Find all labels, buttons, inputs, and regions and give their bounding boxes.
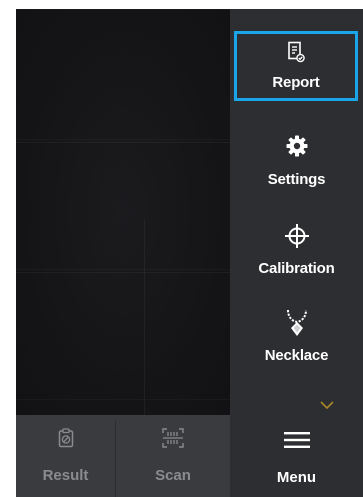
crosshair-icon <box>284 223 310 254</box>
sidebar-item-label: Report <box>272 74 320 91</box>
necklace-icon <box>285 308 309 343</box>
sidebar-item-label: Calibration <box>258 260 335 277</box>
preview-grid-line <box>16 272 230 273</box>
sidebar-item-label: Settings <box>267 171 326 188</box>
scan-button[interactable]: Scan <box>116 415 230 497</box>
preview-grid-line <box>16 142 230 143</box>
sidebar-item-settings[interactable]: Settings <box>230 134 363 188</box>
sidebar-item-calibration[interactable]: Calibration <box>230 223 363 277</box>
sidebar: Report Settings Calibration Necklace <box>230 9 363 415</box>
gear-icon <box>285 134 309 163</box>
result-label: Result <box>42 467 89 484</box>
report-icon <box>287 41 305 68</box>
app-frame: Report Settings Calibration Necklace Res… <box>16 9 363 497</box>
chevron-down-icon[interactable] <box>320 397 334 410</box>
result-icon <box>58 428 74 453</box>
preview-grid-line <box>144 219 145 415</box>
camera-preview <box>16 9 230 415</box>
barcode-scan-icon <box>162 428 184 453</box>
result-button[interactable]: Result <box>16 415 115 497</box>
sidebar-item-label: Necklace <box>264 347 329 364</box>
sidebar-item-report[interactable]: Report <box>234 31 358 101</box>
menu-label: Menu <box>276 469 317 486</box>
sidebar-item-necklace[interactable]: Necklace <box>230 308 363 364</box>
hamburger-menu-icon <box>283 432 310 453</box>
bottom-toolbar: Result Scan Menu <box>16 415 363 497</box>
scan-label: Scan <box>155 467 191 484</box>
menu-button[interactable]: Menu <box>230 415 363 497</box>
